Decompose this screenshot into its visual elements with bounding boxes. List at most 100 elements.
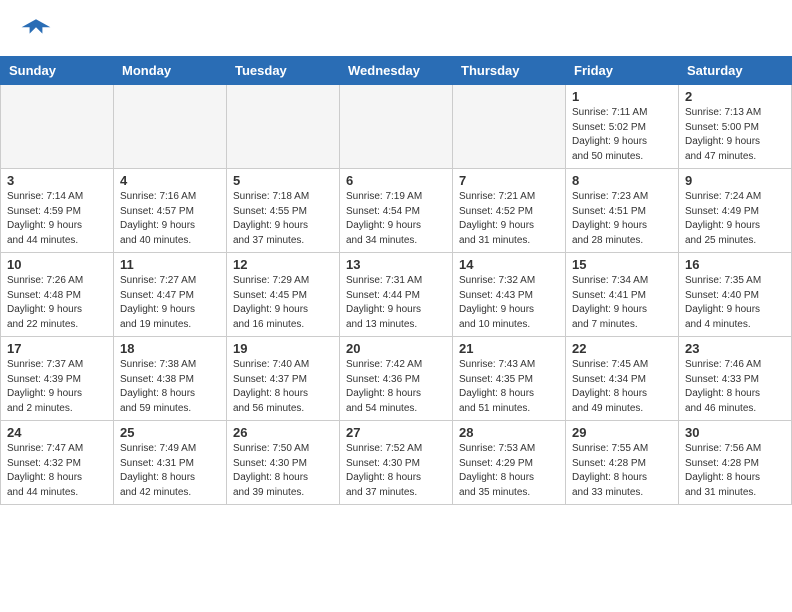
day-info-line: Daylight: 9 hours: [572, 135, 672, 150]
day-info-line: Sunrise: 7:21 AM: [459, 190, 559, 205]
day-info-line: Sunset: 4:32 PM: [7, 457, 107, 472]
calendar-cell-week1-day1: 4Sunrise: 7:16 AMSunset: 4:57 PMDaylight…: [114, 169, 227, 253]
day-info-line: Sunset: 4:35 PM: [459, 373, 559, 388]
day-info-line: Daylight: 8 hours: [459, 387, 559, 402]
day-info-line: Sunset: 4:30 PM: [346, 457, 446, 472]
day-info-line: Daylight: 9 hours: [120, 219, 220, 234]
header: [0, 0, 792, 56]
day-number: 3: [7, 173, 107, 188]
day-info-line: Sunrise: 7:32 AM: [459, 274, 559, 289]
calendar-cell-week3-day4: 21Sunrise: 7:43 AMSunset: 4:35 PMDayligh…: [453, 337, 566, 421]
day-info-line: Sunset: 4:40 PM: [685, 289, 785, 304]
day-info-line: and 7 minutes.: [572, 318, 672, 333]
calendar-cell-week4-day2: 26Sunrise: 7:50 AMSunset: 4:30 PMDayligh…: [227, 421, 340, 505]
calendar-cell-week0-day4: [453, 85, 566, 169]
calendar-cell-week3-day1: 18Sunrise: 7:38 AMSunset: 4:38 PMDayligh…: [114, 337, 227, 421]
weekday-header-saturday: Saturday: [679, 57, 792, 85]
calendar-cell-week4-day3: 27Sunrise: 7:52 AMSunset: 4:30 PMDayligh…: [340, 421, 453, 505]
day-info-line: Sunset: 4:34 PM: [572, 373, 672, 388]
day-number: 17: [7, 341, 107, 356]
day-number: 28: [459, 425, 559, 440]
day-info-line: Daylight: 9 hours: [7, 303, 107, 318]
day-number: 9: [685, 173, 785, 188]
day-info-line: Sunset: 4:28 PM: [685, 457, 785, 472]
day-info-line: and 54 minutes.: [346, 402, 446, 417]
day-info-line: Daylight: 8 hours: [7, 471, 107, 486]
day-info-line: Daylight: 9 hours: [685, 135, 785, 150]
day-info-line: Daylight: 9 hours: [120, 303, 220, 318]
day-info-line: Daylight: 8 hours: [685, 471, 785, 486]
calendar-cell-week3-day5: 22Sunrise: 7:45 AMSunset: 4:34 PMDayligh…: [566, 337, 679, 421]
calendar-cell-week2-day0: 10Sunrise: 7:26 AMSunset: 4:48 PMDayligh…: [1, 253, 114, 337]
day-info-line: Sunrise: 7:24 AM: [685, 190, 785, 205]
day-info-line: Sunrise: 7:52 AM: [346, 442, 446, 457]
day-info-line: Daylight: 9 hours: [233, 303, 333, 318]
day-number: 30: [685, 425, 785, 440]
day-number: 26: [233, 425, 333, 440]
day-info-line: Sunset: 4:55 PM: [233, 205, 333, 220]
calendar-cell-week3-day2: 19Sunrise: 7:40 AMSunset: 4:37 PMDayligh…: [227, 337, 340, 421]
calendar-cell-week4-day4: 28 Sunrise: 7:53 AMSunset: 4:29 PMDayligh…: [453, 421, 566, 505]
day-info-line: Sunset: 5:02 PM: [572, 121, 672, 136]
day-info-line: Sunrise: 7:49 AM: [120, 442, 220, 457]
day-number: 16: [685, 257, 785, 272]
logo: [20, 16, 56, 48]
day-info-line: Sunrise: 7:31 AM: [346, 274, 446, 289]
day-info-line: Sunset: 4:52 PM: [459, 205, 559, 220]
calendar-cell-week2-day6: 16Sunrise: 7:35 AMSunset: 4:40 PMDayligh…: [679, 253, 792, 337]
day-info-line: Daylight: 8 hours: [572, 387, 672, 402]
calendar-cell-week2-day3: 13Sunrise: 7:31 AMSunset: 4:44 PMDayligh…: [340, 253, 453, 337]
day-info-line: Sunset: 4:59 PM: [7, 205, 107, 220]
day-info-line: Daylight: 8 hours: [346, 471, 446, 486]
day-info-line: Daylight: 9 hours: [7, 387, 107, 402]
day-info-line: Sunrise: 7:34 AM: [572, 274, 672, 289]
day-info-line: Daylight: 9 hours: [346, 303, 446, 318]
day-info-line: Sunset: 4:54 PM: [346, 205, 446, 220]
day-info-line: and 37 minutes.: [233, 234, 333, 249]
calendar-cell-week3-day3: 20Sunrise: 7:42 AMSunset: 4:36 PMDayligh…: [340, 337, 453, 421]
day-info-line: and 19 minutes.: [120, 318, 220, 333]
calendar-cell-week4-day0: 24Sunrise: 7:47 AMSunset: 4:32 PMDayligh…: [1, 421, 114, 505]
day-number: 1: [572, 89, 672, 104]
calendar-cell-week0-day0: [1, 85, 114, 169]
calendar-cell-week4-day6: 30Sunrise: 7:56 AMSunset: 4:28 PMDayligh…: [679, 421, 792, 505]
day-info-line: Sunset: 4:29 PM: [459, 457, 559, 472]
weekday-header-monday: Monday: [114, 57, 227, 85]
day-info-line: Sunrise: 7:46 AM: [685, 358, 785, 373]
calendar-cell-week0-day3: [340, 85, 453, 169]
day-info-line: Sunset: 4:39 PM: [7, 373, 107, 388]
calendar-cell-week4-day5: 29Sunrise: 7:55 AMSunset: 4:28 PMDayligh…: [566, 421, 679, 505]
day-number: 6: [346, 173, 446, 188]
weekday-header-wednesday: Wednesday: [340, 57, 453, 85]
day-number: 23: [685, 341, 785, 356]
day-info-line: Daylight: 9 hours: [685, 219, 785, 234]
day-info-line: Sunrise: 7:45 AM: [572, 358, 672, 373]
calendar-cell-week1-day3: 6Sunrise: 7:19 AMSunset: 4:54 PMDaylight…: [340, 169, 453, 253]
day-info-line: and 35 minutes.: [459, 486, 559, 501]
day-info-line: Daylight: 9 hours: [459, 219, 559, 234]
day-info-line: Daylight: 8 hours: [459, 471, 559, 486]
day-info-line: Sunset: 4:37 PM: [233, 373, 333, 388]
day-info-line: Sunrise: 7:43 AM: [459, 358, 559, 373]
day-number: 2: [685, 89, 785, 104]
day-info-line: Sunset: 4:28 PM: [572, 457, 672, 472]
day-info-line: and 4 minutes.: [685, 318, 785, 333]
day-info-line: and 37 minutes.: [346, 486, 446, 501]
day-info-line: and 46 minutes.: [685, 402, 785, 417]
day-info-line: Sunrise: 7:26 AM: [7, 274, 107, 289]
day-number: 11: [120, 257, 220, 272]
day-info-line: Sunrise: 7:38 AM: [120, 358, 220, 373]
day-info-line: Daylight: 8 hours: [572, 471, 672, 486]
day-number: 8: [572, 173, 672, 188]
day-info-line: Sunrise: 7:55 AM: [572, 442, 672, 457]
calendar-cell-week3-day0: 17Sunrise: 7:37 AMSunset: 4:39 PMDayligh…: [1, 337, 114, 421]
day-info-line: and 42 minutes.: [120, 486, 220, 501]
day-info-line: and 39 minutes.: [233, 486, 333, 501]
day-info-line: Daylight: 9 hours: [685, 303, 785, 318]
day-info-line: Sunrise: 7:53 AM: [459, 442, 559, 457]
calendar-table: SundayMondayTuesdayWednesdayThursdayFrid…: [0, 56, 792, 505]
weekday-header-friday: Friday: [566, 57, 679, 85]
day-info-line: Daylight: 9 hours: [572, 219, 672, 234]
day-number: 10: [7, 257, 107, 272]
day-info-line: Sunrise: 7:11 AM: [572, 106, 672, 121]
